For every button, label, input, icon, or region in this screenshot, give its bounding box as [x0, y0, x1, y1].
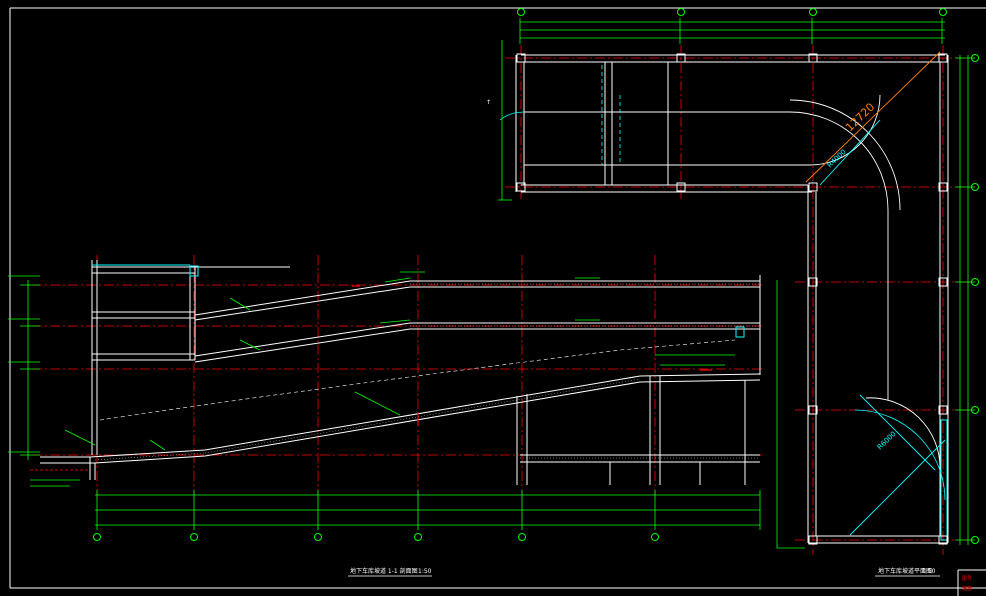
axis-bubble-icon [190, 533, 198, 541]
section-floor-slabs [91, 260, 290, 455]
section-title: 地下车库坡道 1-1 剖面图 [350, 567, 418, 575]
section-level-lines [32, 255, 765, 500]
title-block-line-2: 建施 [962, 585, 972, 592]
title-block-line-1: 图号 [962, 576, 972, 582]
section-red-markers [352, 285, 712, 425]
plan-radius-label-2: R6000 [876, 430, 898, 452]
axis-bubble-icon [651, 533, 659, 541]
plan-drain-strip [940, 419, 948, 541]
plan-scale: 1:50 [922, 568, 936, 575]
axis-bubble-icon [677, 8, 685, 16]
plan-right-dimensions [498, 40, 975, 549]
section-ground-detail [30, 469, 90, 487]
plan-columns [516, 53, 948, 545]
section-view: 地下车库坡道 1-1 剖面图 1:50 [8, 255, 765, 577]
axis-bubble-icon [939, 8, 947, 16]
axis-bubble-icon [93, 533, 101, 541]
section-left-dimensions [8, 275, 40, 460]
plan-top-dimensions [519, 18, 945, 44]
plan-right-axis-bubbles [971, 54, 979, 544]
cad-drawing-canvas: 12720 R4000 R6000 地下车库坡道平面图 1:50 地下车库坡道 … [8, 7, 986, 596]
drawing-frame [9, 7, 986, 596]
axis-bubble-icon [517, 8, 525, 16]
axis-bubble-icon [314, 533, 322, 541]
plan-top-axis-bubbles [517, 8, 947, 16]
plan-axis-lines [505, 45, 975, 555]
title-block: 图号 建施 ↑ [486, 99, 972, 592]
plan-radius-leaders [805, 51, 946, 536]
section-upper-ramps [194, 275, 761, 375]
section-scale: 1:50 [418, 568, 432, 575]
plan-walls [515, 54, 949, 544]
section-bottom-dimensions [95, 490, 761, 530]
axis-bubble-icon [518, 533, 526, 541]
axis-bubble-icon [809, 8, 817, 16]
plan-ramp-lines [524, 94, 941, 471]
axis-bubble-icon [414, 533, 422, 541]
section-bottom-axis-bubbles [93, 533, 659, 541]
plan-ramp-curve-accent [499, 65, 946, 501]
plan-view: 12720 R4000 R6000 地下车库坡道平面图 1:50 [498, 8, 979, 577]
section-main-ramp [40, 373, 761, 485]
north-tick-icon: ↑ [486, 99, 491, 106]
